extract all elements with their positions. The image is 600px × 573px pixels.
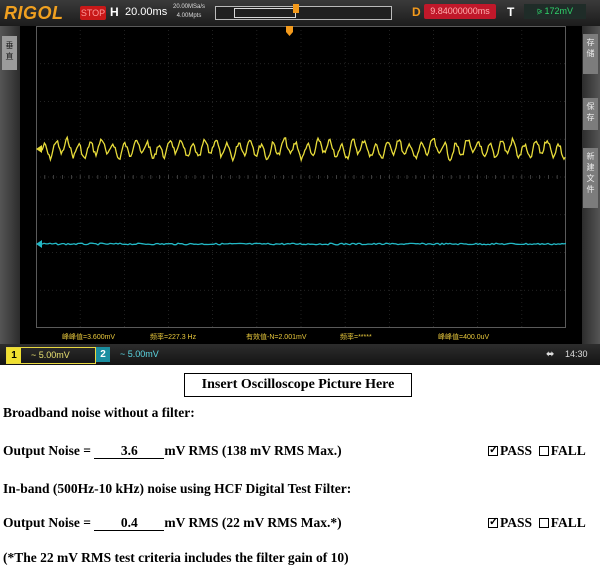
measurement-frequency-ch1: 频率=227.3 Hz xyxy=(150,334,197,341)
channel-1-number: 1 xyxy=(7,348,21,363)
sample-rate: 20.00MSa/s xyxy=(172,4,206,10)
section2-noise-line: Output Noise = 0.4 mV RMS (22 mV RMS Max.… xyxy=(3,515,342,531)
trigger-time-marker xyxy=(286,26,293,36)
image-caption-box: Insert Oscilloscope Picture Here xyxy=(184,373,412,397)
channel-1-scale: ~ 5.00mV xyxy=(31,350,70,360)
section1-fail-label: FALL xyxy=(550,443,586,458)
section1-prefix: Output Noise = xyxy=(3,443,95,458)
delay-value: 9.84000000ms xyxy=(424,4,496,19)
trigger-level-value: 172mV xyxy=(544,6,574,16)
right-side-panel: 存储 保存 新建文件 xyxy=(582,26,600,344)
channel-2-indicator[interactable]: 2 ~ 5.00mV xyxy=(96,347,182,362)
sample-info: 20.00MSa/s 4.00Mpts xyxy=(168,3,210,23)
horizontal-label: H xyxy=(110,5,119,19)
channel-1-indicator[interactable]: 1 ~ 5.00mV xyxy=(6,347,96,364)
channel-2-scale: ~ 5.00mV xyxy=(120,349,159,359)
section1-result: PASS FALL xyxy=(488,443,586,459)
section2-suffix: mV RMS (22 mV RMS Max.*) xyxy=(164,515,342,530)
footnote: (*The 22 mV RMS test criteria includes t… xyxy=(3,550,349,565)
oscilloscope-screenshot: RIGOL STOP H 20.00ms 20.00MSa/s 4.00Mpts… xyxy=(0,0,600,365)
section1-pass-label: PASS xyxy=(500,443,533,458)
section1-noise-line: Output Noise = 3.6 mV RMS (138 mV RMS Max… xyxy=(3,443,342,459)
trigger-label: T xyxy=(507,5,515,19)
menu-tab-new-file[interactable]: 新建文件 xyxy=(583,148,598,208)
delay-label: D xyxy=(412,5,421,19)
section2-result: PASS FALL xyxy=(488,515,586,531)
ch2-waveform xyxy=(41,242,566,246)
trigger-level: ⪩ 172mV xyxy=(524,4,586,19)
memory-overview-bar xyxy=(215,6,392,20)
brand-logo: RIGOL xyxy=(4,3,64,23)
scope-bottom-bar: 1 ~ 5.00mV 2 ~ 5.00mV ⬌ 14:30 xyxy=(0,344,600,365)
menu-tab-storage[interactable]: 存储 xyxy=(583,34,598,74)
section2-pass-label: PASS xyxy=(500,515,533,530)
waveform-grid xyxy=(36,26,566,328)
ch1-waveform xyxy=(41,135,566,163)
memory-depth: 4.00Mpts xyxy=(176,13,202,19)
section2-fail-label: FALL xyxy=(550,515,586,530)
trigger-edge-icon: ⪩ xyxy=(536,6,543,16)
vertical-menu-tab[interactable]: 垂直 xyxy=(2,36,17,70)
memory-window xyxy=(234,8,296,18)
menu-tab-save[interactable]: 保存 xyxy=(583,98,598,130)
section1-heading: Broadband noise without a filter: xyxy=(3,405,195,420)
section1-suffix: mV RMS (138 mV RMS Max.) xyxy=(164,443,342,458)
section2-fail-checkbox[interactable] xyxy=(538,518,549,528)
left-side-panel: 垂直 xyxy=(0,26,20,344)
measurement-pk-pk-ch2: 峰峰值=400.0uV xyxy=(438,334,490,341)
run-state-badge[interactable]: STOP xyxy=(80,6,106,20)
section2-noise-value[interactable]: 0.4 xyxy=(94,515,165,531)
section1-noise-value[interactable]: 3.6 xyxy=(94,443,165,459)
clock: 14:30 xyxy=(565,349,588,359)
measurement-rms: 有效值-N=2.001mV xyxy=(246,334,307,341)
trigger-position-marker xyxy=(293,4,299,13)
section1-pass-checkbox[interactable] xyxy=(488,443,498,456)
measurement-pk-pk-ch1: 峰峰值=3.600mV xyxy=(62,334,116,341)
timebase-value: 20.00ms xyxy=(125,6,168,18)
section2-heading: In-band (500Hz-10 kHz) noise using HCF D… xyxy=(3,481,352,496)
section1-fail-checkbox[interactable] xyxy=(538,446,549,456)
measurement-frequency-ch2: 频率=***** xyxy=(340,334,372,341)
section2-pass-checkbox[interactable] xyxy=(488,515,498,528)
scope-top-bar: RIGOL STOP H 20.00ms 20.00MSa/s 4.00Mpts… xyxy=(0,0,600,26)
usb-icon: ⬌ xyxy=(546,349,555,360)
channel-2-number: 2 xyxy=(96,347,110,362)
section2-prefix: Output Noise = xyxy=(3,515,95,530)
